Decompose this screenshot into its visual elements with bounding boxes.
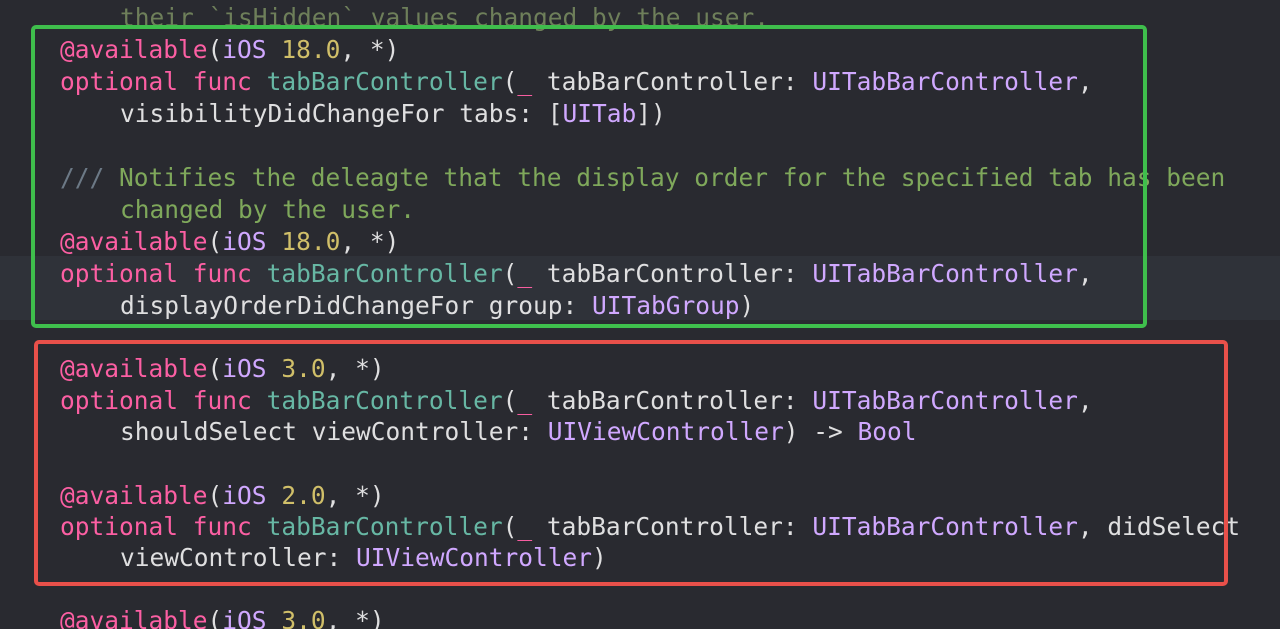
punctuation: ( (207, 606, 223, 629)
green-highlight-box (31, 25, 1147, 328)
code-editor[interactable]: their `isHidden` values changed by the u… (0, 0, 1280, 629)
version-number: 3.0 (281, 606, 326, 629)
platform-name: iOS (222, 606, 267, 629)
red-highlight-box (34, 340, 1228, 586)
code-line-available: @available(iOS 3.0, *) (60, 605, 385, 629)
punctuation: , *) (325, 606, 385, 629)
attribute-keyword: @available (60, 606, 208, 629)
